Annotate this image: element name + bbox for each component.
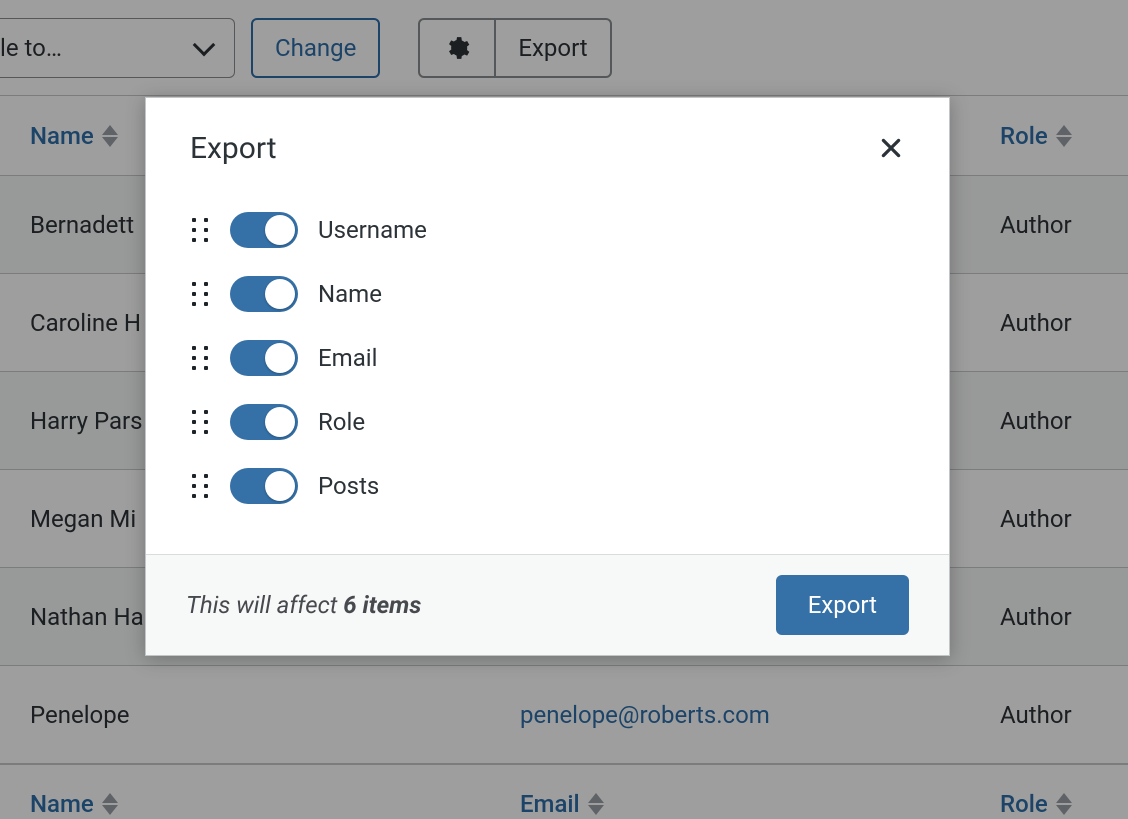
field-label: Name <box>318 280 382 308</box>
toggle-knob <box>265 343 295 373</box>
field-toggle[interactable] <box>230 276 298 312</box>
export-modal: Export Username Name Email Role Posts This w… <box>145 97 950 656</box>
modal-title: Export <box>190 131 277 166</box>
toggle-knob <box>265 407 295 437</box>
close-button[interactable] <box>871 128 911 168</box>
modal-footer: This will affect 6 items Export <box>146 554 949 655</box>
export-field-row: Role <box>190 390 905 454</box>
affect-text: This will affect 6 items <box>186 591 421 619</box>
affect-prefix: This will affect <box>186 591 343 619</box>
field-toggle[interactable] <box>230 468 298 504</box>
drag-handle-icon[interactable] <box>190 471 210 501</box>
field-toggle[interactable] <box>230 340 298 376</box>
drag-handle-icon[interactable] <box>190 279 210 309</box>
field-toggle[interactable] <box>230 212 298 248</box>
toggle-knob <box>265 279 295 309</box>
export-confirm-label: Export <box>808 591 877 619</box>
field-label: Role <box>318 408 365 436</box>
field-toggle[interactable] <box>230 404 298 440</box>
export-confirm-button[interactable]: Export <box>776 575 909 635</box>
export-field-row: Name <box>190 262 905 326</box>
field-label: Posts <box>318 472 379 500</box>
affect-count: 6 items <box>343 591 421 619</box>
drag-handle-icon[interactable] <box>190 407 210 437</box>
toggle-knob <box>265 215 295 245</box>
modal-header: Export <box>146 98 949 168</box>
field-label: Email <box>318 344 377 372</box>
export-field-row: Posts <box>190 454 905 518</box>
export-field-row: Username <box>190 198 905 262</box>
close-icon <box>878 135 904 161</box>
drag-handle-icon[interactable] <box>190 343 210 373</box>
drag-handle-icon[interactable] <box>190 215 210 245</box>
export-field-row: Email <box>190 326 905 390</box>
field-label: Username <box>318 216 427 244</box>
page: le to… Change Export Name <box>0 0 1128 819</box>
toggle-knob <box>265 471 295 501</box>
modal-body: Username Name Email Role Posts <box>146 168 949 554</box>
